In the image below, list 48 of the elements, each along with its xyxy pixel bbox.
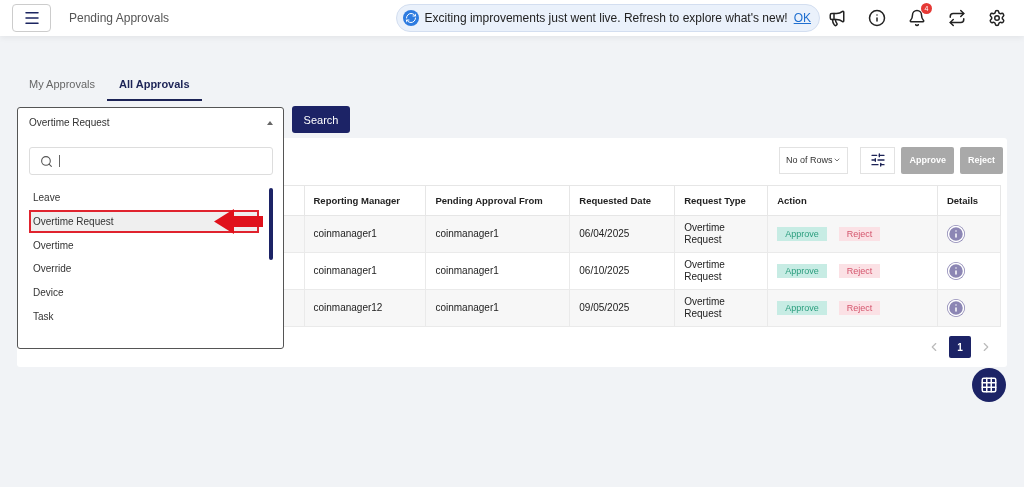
dropdown-option[interactable]: Device	[29, 280, 259, 305]
settings-icon[interactable]	[988, 9, 1006, 27]
apps-button[interactable]	[972, 368, 1006, 402]
table-cell: coinmanager1	[304, 215, 426, 253]
arrow-icon	[214, 209, 263, 234]
dropdown-option[interactable]: Overtime Request	[29, 209, 259, 234]
menu-button[interactable]	[12, 4, 51, 32]
refresh-icon	[402, 10, 419, 26]
table-cell: coinmanager12	[304, 289, 426, 327]
search-icon	[40, 154, 53, 168]
table-cell: 09/05/2025	[569, 289, 675, 327]
table-cell: coinmanager1	[425, 289, 570, 327]
table-cell: Overtime Request	[674, 252, 768, 290]
tab[interactable]: My Approvals	[17, 74, 108, 101]
banner-text: Exciting improvements just went live. Refresh to explore what's new!	[424, 11, 788, 25]
table-cell: 06/10/2025	[569, 252, 675, 290]
bell-icon[interactable]	[908, 9, 926, 27]
tab[interactable]: All Approvals	[107, 74, 202, 101]
rows-dropdown[interactable]: No of Rows	[778, 146, 849, 174]
table-cell: coinmanager1	[304, 252, 426, 290]
table-cell: 06/04/2025	[569, 215, 675, 253]
page-button[interactable]: 1	[949, 336, 971, 358]
chevron-down-icon	[833, 156, 842, 164]
dropdown-value: Overtime Request	[29, 117, 110, 128]
menu-icon	[22, 9, 41, 27]
megaphone-icon[interactable]	[828, 9, 846, 27]
ok-link[interactable]: OK	[793, 11, 811, 25]
column-header: Pending Approval From	[425, 185, 570, 216]
column-header: Action	[767, 185, 938, 216]
table-cell: Overtime Request	[674, 289, 768, 327]
type-dropdown[interactable]: Overtime Request Leave Overtime Request Overtime Override Device Task	[17, 107, 284, 349]
grid-icon	[980, 376, 998, 394]
table-cell: coinmanager1	[425, 215, 570, 253]
search-button[interactable]: Search	[292, 106, 350, 133]
column-header: Request Type	[674, 185, 768, 216]
info-icon[interactable]	[868, 9, 886, 27]
scrollbar[interactable]	[269, 188, 273, 260]
column-header: Details	[937, 185, 1001, 216]
dropdown-option[interactable]: Overtime	[29, 233, 259, 258]
table-cell: Overtime Request	[674, 215, 768, 253]
column-header: Reporting Manager	[304, 185, 426, 216]
page-title: Pending Approvals	[69, 11, 170, 25]
caret-icon	[267, 120, 273, 125]
repeat-icon[interactable]	[948, 9, 966, 27]
search-field[interactable]	[29, 147, 273, 175]
table-cell: coinmanager1	[425, 252, 570, 290]
filter-icon[interactable]	[860, 146, 896, 174]
column-header: Requested Date	[569, 185, 675, 216]
